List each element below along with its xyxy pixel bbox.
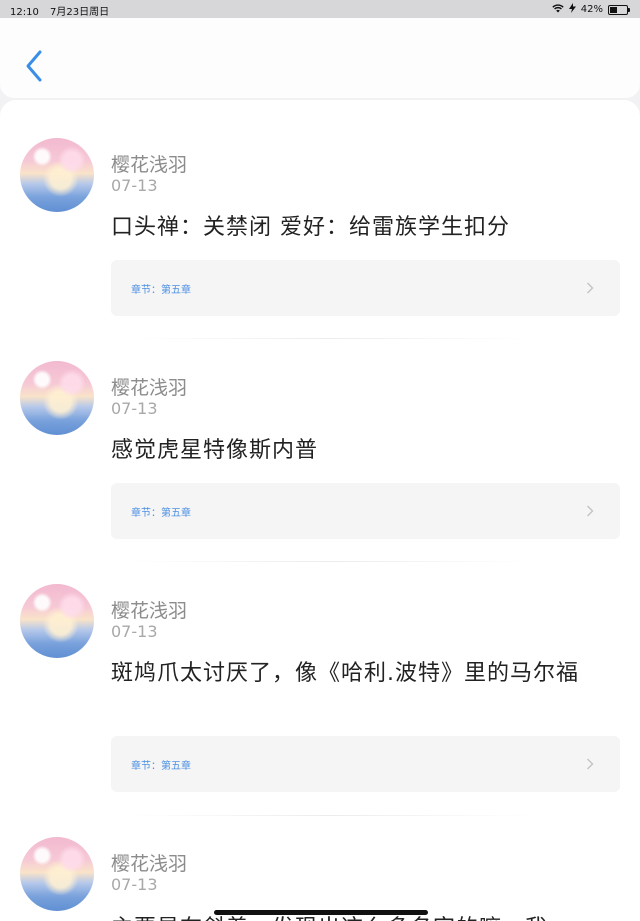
battery-fill [610,6,617,13]
chapter-label: 章节：第五章 [131,285,191,296]
chapter-link[interactable]: 章节：第五章 [111,483,620,539]
avatar[interactable] [20,138,94,212]
home-indicator [214,910,428,915]
chevron-right-icon [586,503,594,517]
divider [130,815,530,816]
navigation-bar [0,18,640,98]
comment-username[interactable]: 樱花浅羽 [111,849,187,876]
wifi-icon [552,3,564,16]
comment-username[interactable]: 樱花浅羽 [111,150,187,177]
comment-content: 感觉虎星特像斯内普 [111,438,319,463]
divider [130,561,530,562]
comment-date: 07-13 [111,622,158,641]
back-arrow-icon[interactable] [22,48,46,84]
chapter-label: 章节：第五章 [131,761,191,772]
chapter-link[interactable]: 章节：第五章 [111,260,620,316]
battery-percentage: 42% [580,4,603,15]
battery-icon [608,4,630,15]
comment-username[interactable]: 樱花浅羽 [111,596,187,623]
chapter-link[interactable]: 章节：第五章 [111,736,620,792]
comment-date: 07-13 [111,176,158,195]
status-time: 12:10 [10,7,39,18]
divider [130,338,530,339]
comment-content: 斑鸠爪太讨厌了，像《哈利.波特》里的马尔福 [111,661,579,686]
avatar[interactable] [20,584,94,658]
avatar[interactable] [20,837,94,911]
charging-bolt-icon [568,3,576,16]
avatar[interactable] [20,361,94,435]
comment-date: 07-13 [111,875,158,894]
chevron-right-icon [586,756,594,770]
status-date: 7月23日周日 [50,7,110,18]
comment-date: 07-13 [111,399,158,418]
comment-list: 樱花浅羽 07-13 口头禅：关禁闭 爱好：给雷族学生扣分 章节：第五章 樱花浅… [0,100,640,921]
comment-content: 口头禅：关禁闭 爱好：给雷族学生扣分 [111,215,510,240]
chapter-label: 章节：第五章 [131,508,191,519]
status-bar: 12:10 7月23日周日 42% [0,0,640,18]
chevron-right-icon [586,280,594,294]
comment-username[interactable]: 樱花浅羽 [111,373,187,400]
